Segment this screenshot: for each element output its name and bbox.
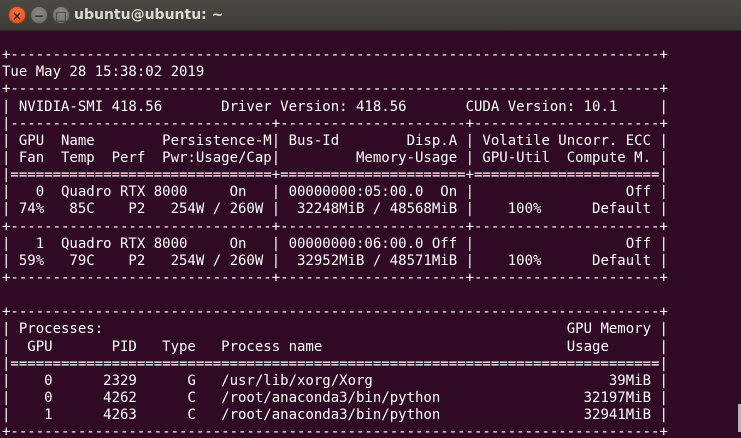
close-icon[interactable]: ×: [8, 6, 26, 24]
terminal-line: Tue May 28 15:38:02 2019: [2, 64, 205, 81]
terminal-line: | GPU Name Persistence-M| Bus-Id Disp.A …: [2, 132, 668, 149]
terminal-line: |=======================================…: [2, 355, 668, 372]
terminal-line: | Fan Temp Perf Pwr:Usage/Cap| Memory-Us…: [2, 149, 668, 166]
terminal-line: | 1 4263 C /root/anaconda3/bin/python 32…: [2, 407, 668, 424]
maximize-icon[interactable]: □: [52, 6, 70, 24]
terminal-output[interactable]: +---------------------------------------…: [2, 30, 739, 438]
terminal-line: +---------------------------------------…: [2, 47, 668, 64]
terminal-line: +---------------------------------------…: [2, 304, 668, 321]
terminal-line: |===============================+=======…: [2, 167, 668, 184]
terminal-line: +---------------------------------------…: [2, 424, 668, 438]
terminal-line: +---------------------------------------…: [2, 81, 668, 98]
minimize-icon[interactable]: −: [30, 6, 48, 24]
terminal-line: | 59% 79C P2 254W / 260W | 32952MiB / 48…: [2, 252, 668, 269]
terminal-line: +-------------------------------+-------…: [2, 269, 668, 286]
terminal-line: +-------------------------------+-------…: [2, 218, 668, 235]
terminal-line: | 0 4262 C /root/anaconda3/bin/python 32…: [2, 389, 668, 406]
terminal-line: | Processes: GPU Memory |: [2, 321, 668, 338]
terminal-window: × − □ ubuntu@ubuntu: ~ +----------------…: [0, 0, 741, 438]
terminal-line: | 1 Quadro RTX 8000 On | 00000000:06:00.…: [2, 235, 668, 252]
window-titlebar[interactable]: × − □ ubuntu@ubuntu: ~: [0, 0, 741, 31]
terminal-line: | NVIDIA-SMI 418.56 Driver Version: 418.…: [2, 98, 668, 115]
terminal-line: |-------------------------------+-------…: [2, 115, 668, 132]
terminal-line: | 0 Quadro RTX 8000 On | 00000000:05:00.…: [2, 184, 668, 201]
terminal-line: | 74% 85C P2 254W / 260W | 32248MiB / 48…: [2, 201, 668, 218]
terminal-line: | GPU PID Type Process name Usage |: [2, 338, 668, 355]
terminal-line: | 0 2329 G /usr/lib/xorg/Xorg 39MiB |: [2, 372, 668, 389]
window-title: ubuntu@ubuntu: ~: [74, 7, 224, 23]
